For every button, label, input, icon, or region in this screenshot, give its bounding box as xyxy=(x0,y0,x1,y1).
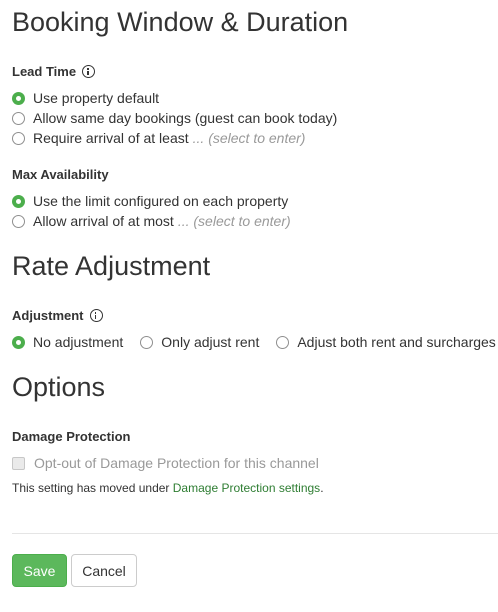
radio-hint: ... (select to enter) xyxy=(177,213,291,229)
rate-section-title: Rate Adjustment xyxy=(12,251,211,281)
damage-protection-settings-link[interactable]: Damage Protection settings xyxy=(173,481,320,495)
radio-label: Use property default xyxy=(33,90,160,106)
booking-section-title: Booking Window & Duration xyxy=(12,7,349,37)
radio-button[interactable] xyxy=(12,111,25,125)
damage-protection-label: Damage Protection xyxy=(12,429,130,444)
lead-time-option-minimum[interactable]: Require arrival of at least ... (select … xyxy=(12,130,305,146)
adjustment-radio-group: No adjustment Only adjust rent Adjust bo… xyxy=(12,334,496,350)
radio-button[interactable] xyxy=(12,131,25,145)
info-icon[interactable] xyxy=(82,65,96,78)
checkbox-label: Opt-out of Damage Protection for this ch… xyxy=(34,455,319,471)
radio-button[interactable] xyxy=(12,335,25,349)
radio-label: Require arrival of at least xyxy=(33,130,189,146)
radio-button[interactable] xyxy=(276,335,290,349)
cancel-button[interactable]: Cancel xyxy=(71,554,137,587)
radio-button[interactable] xyxy=(12,214,25,228)
radio-label: Only adjust rent xyxy=(161,334,260,350)
max-availability-option-at-most[interactable]: Allow arrival of at most ... (select to … xyxy=(12,213,291,229)
radio-label: Adjust both rent and surcharges xyxy=(297,334,496,350)
radio-button[interactable] xyxy=(12,194,25,208)
damage-protection-opt-out[interactable]: Opt-out of Damage Protection for this ch… xyxy=(12,455,319,471)
adjustment-option-rent[interactable]: Only adjust rent xyxy=(140,334,259,350)
radio-label: Use the limit configured on each propert… xyxy=(33,193,289,209)
info-icon[interactable] xyxy=(89,309,103,322)
options-section-title: Options xyxy=(12,372,106,402)
damage-protection-label-text: Damage Protection xyxy=(12,429,131,444)
radio-label: Allow arrival of at most xyxy=(33,213,174,229)
lead-time-option-same-day[interactable]: Allow same day bookings (guest can book … xyxy=(12,110,337,126)
radio-label: No adjustment xyxy=(33,334,124,350)
opt-out-checkbox[interactable] xyxy=(12,456,25,470)
adjustment-option-none[interactable]: No adjustment xyxy=(12,334,123,350)
adjustment-label-text: Adjustment xyxy=(12,308,84,323)
divider xyxy=(12,533,498,534)
radio-hint: ... (select to enter) xyxy=(192,130,306,146)
max-availability-option-limit[interactable]: Use the limit configured on each propert… xyxy=(12,193,288,209)
lead-time-label-text: Lead Time xyxy=(12,64,77,79)
max-availability-label-text: Max Availability xyxy=(12,167,109,182)
adjustment-label: Adjustment xyxy=(12,308,103,323)
adjustment-option-both[interactable]: Adjust both rent and surcharges xyxy=(276,334,496,350)
save-button[interactable]: Save xyxy=(12,554,67,587)
radio-button[interactable] xyxy=(140,335,154,349)
lead-time-label: Lead Time xyxy=(12,64,96,79)
note-suffix: . xyxy=(320,481,324,495)
radio-button[interactable] xyxy=(12,91,25,105)
damage-protection-note: This setting has moved under Damage Prot… xyxy=(12,481,324,495)
radio-label: Allow same day bookings (guest can book … xyxy=(33,110,338,126)
max-availability-label: Max Availability xyxy=(12,167,109,182)
note-prefix: This setting has moved under xyxy=(12,481,173,495)
lead-time-option-default[interactable]: Use property default xyxy=(12,90,159,106)
